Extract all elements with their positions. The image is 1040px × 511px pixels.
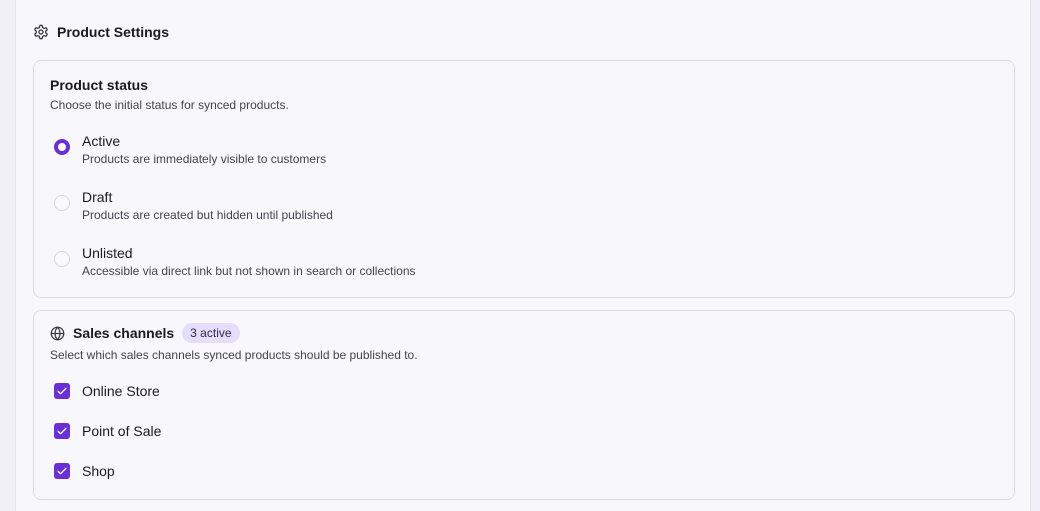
product-status-card: Product status Choose the initial status… [33,60,1015,298]
status-option-description: Accessible via direct link but not shown… [82,264,416,278]
status-option-draft[interactable]: Draft Products are created but hidden un… [50,188,333,223]
section-header: Product Settings [33,24,169,40]
sales-channels-card: Sales channels 3 active Select which sal… [33,310,1015,500]
product-status-description: Choose the initial status for synced pro… [50,98,289,112]
settings-panel: Product Settings Product status Choose t… [15,0,1031,511]
product-status-title: Product status [50,77,149,93]
channel-label: Shop [82,463,115,479]
status-option-label: Unlisted [82,245,133,261]
sales-channels-description: Select which sales channels synced produ… [50,348,418,362]
channel-label: Online Store [82,383,160,399]
radio-unlisted[interactable] [54,251,70,267]
status-option-label: Draft [82,189,113,205]
page-title: Product Settings [57,24,170,40]
sales-channels-header: Sales channels 3 active [50,323,240,343]
status-option-active[interactable]: Active Products are immediately visible … [50,132,326,167]
status-option-unlisted[interactable]: Unlisted Accessible via direct link but … [50,244,416,279]
status-option-label: Active [82,133,121,149]
sales-channels-title: Sales channels [73,325,175,341]
check-icon [57,467,67,475]
channel-point-of-sale[interactable]: Point of Sale [54,423,161,439]
gear-icon [33,24,49,40]
radio-draft[interactable] [54,195,70,211]
status-option-description: Products are created but hidden until pu… [82,208,333,222]
checkbox-shop[interactable] [54,463,70,479]
channel-online-store[interactable]: Online Store [54,383,160,399]
radio-active[interactable] [54,139,70,155]
active-count-badge: 3 active [182,323,240,343]
channel-label: Point of Sale [82,423,162,439]
checkbox-online-store[interactable] [54,383,70,399]
globe-icon [50,326,65,341]
checkbox-point-of-sale[interactable] [54,423,70,439]
check-icon [57,427,67,435]
channel-shop[interactable]: Shop [54,463,115,479]
status-option-description: Products are immediately visible to cust… [82,152,327,166]
check-icon [57,387,67,395]
